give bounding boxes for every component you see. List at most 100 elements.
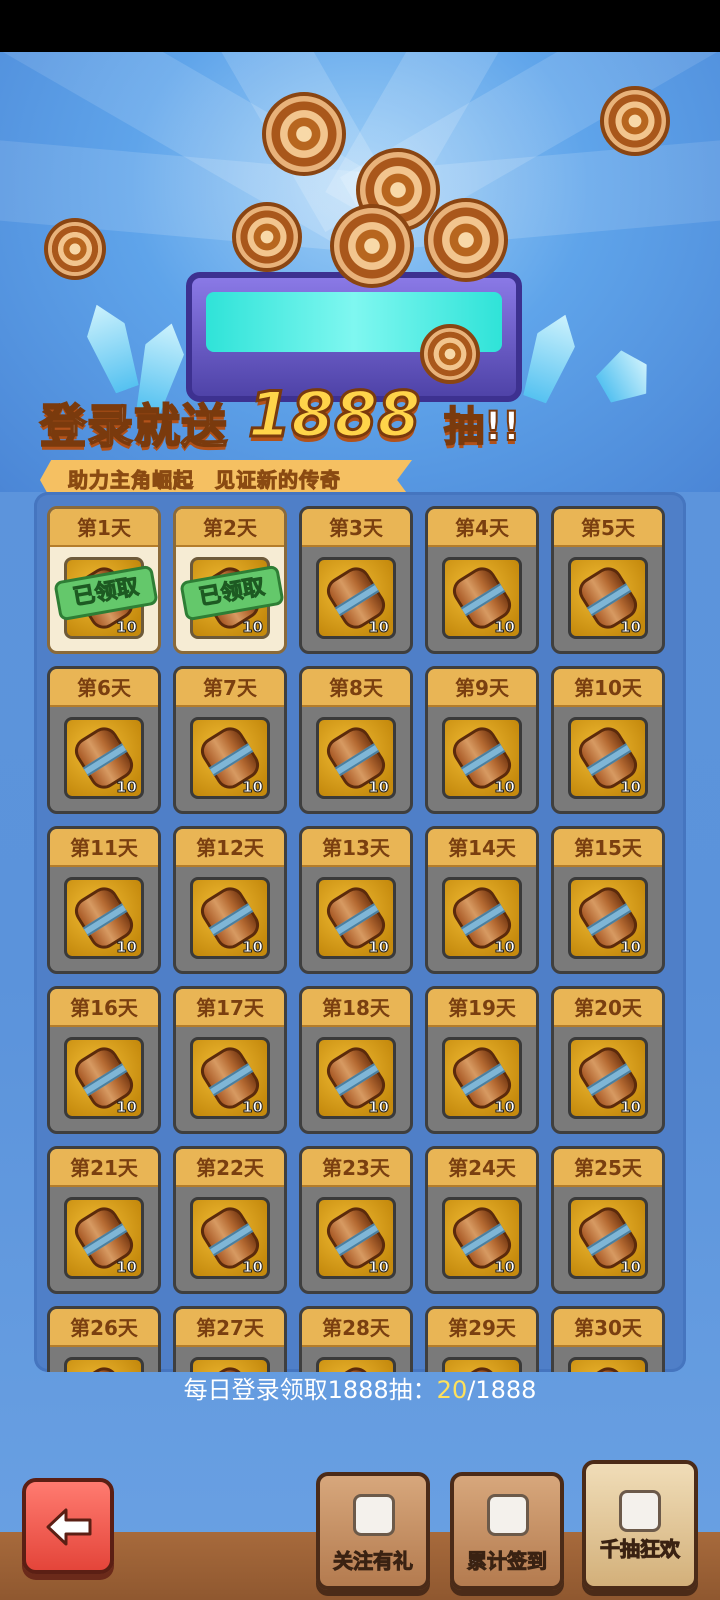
day-card[interactable]: 第28天 — [299, 1306, 413, 1372]
daily-reward-grid[interactable]: 第1天 10 已领取 第2天 10 已领取 第3天 10 第4天 10 第5天 10 第6天 10 第7天 1… — [34, 492, 686, 1372]
crystal-icon — [78, 298, 146, 396]
day-card[interactable]: 第13天 10 — [299, 826, 413, 974]
scroll-band — [208, 903, 254, 937]
day-label: 第24天 — [428, 1149, 536, 1187]
crystal-icon — [591, 343, 659, 411]
day-card[interactable]: 第19天 10 — [425, 986, 539, 1134]
day-card[interactable]: 第9天 10 — [425, 666, 539, 814]
day-label: 第21天 — [50, 1149, 158, 1187]
reward-quantity: 10 — [116, 938, 138, 957]
day-card[interactable]: 第23天 10 — [299, 1146, 413, 1294]
progress-label: 每日登录领取1888抽： — [183, 1376, 437, 1404]
reward-slot: 10 — [568, 877, 648, 959]
cumulative-checkin-button[interactable]: 累计签到 — [450, 1472, 564, 1590]
reward-quantity: 10 — [620, 618, 642, 637]
scroll-icon — [330, 204, 414, 288]
day-label: 第18天 — [302, 989, 410, 1027]
day-card[interactable]: 第20天 10 — [551, 986, 665, 1134]
scroll-band — [82, 903, 128, 937]
reward-quantity: 10 — [494, 1258, 516, 1277]
reward-slot: 10 — [316, 557, 396, 639]
scroll-band — [586, 583, 632, 617]
scroll-band — [334, 743, 380, 777]
day-card[interactable]: 第17天 10 — [173, 986, 287, 1134]
title-suffix: 抽!! — [443, 403, 521, 451]
day-label: 第29天 — [428, 1309, 536, 1347]
day-card[interactable]: 第4天 10 — [425, 506, 539, 654]
day-card[interactable]: 第26天 — [47, 1306, 161, 1372]
day-card[interactable]: 第10天 10 — [551, 666, 665, 814]
reward-slot: 10 — [316, 877, 396, 959]
day-card[interactable]: 第3天 10 — [299, 506, 413, 654]
calendar-icon — [487, 1494, 529, 1536]
reward-quantity: 10 — [242, 1258, 264, 1277]
reward-quantity: 10 — [620, 1098, 642, 1117]
day-card[interactable]: 第2天 10 已领取 — [173, 506, 287, 654]
scroll-band — [334, 583, 380, 617]
scroll-icon — [262, 92, 346, 176]
login-progress: 每日登录领取1888抽：20/1888 — [0, 1370, 720, 1405]
day-label: 第7天 — [176, 669, 284, 707]
day-card[interactable]: 第22天 10 — [173, 1146, 287, 1294]
day-label: 第27天 — [176, 1309, 284, 1347]
reward-quantity: 10 — [620, 1258, 642, 1277]
day-label: 第2天 — [176, 509, 284, 547]
day-card[interactable]: 第12天 10 — [173, 826, 287, 974]
scroll-icon — [420, 324, 480, 384]
day-label: 第12天 — [176, 829, 284, 867]
day-card[interactable]: 第27天 — [173, 1306, 287, 1372]
reward-slot: 10 — [64, 1197, 144, 1279]
scroll-band — [334, 903, 380, 937]
scroll-band — [82, 1063, 128, 1097]
day-card[interactable]: 第18天 10 — [299, 986, 413, 1134]
follow-reward-button[interactable]: 关注有礼 — [316, 1472, 430, 1590]
reward-quantity: 10 — [116, 618, 138, 637]
day-label: 第17天 — [176, 989, 284, 1027]
scroll-band — [460, 903, 506, 937]
follow-reward-label: 关注有礼 — [333, 1549, 414, 1574]
day-card[interactable]: 第6天 10 — [47, 666, 161, 814]
day-card[interactable]: 第5天 10 — [551, 506, 665, 654]
reward-quantity: 10 — [494, 1098, 516, 1117]
day-card[interactable]: 第14天 10 — [425, 826, 539, 974]
star-gift-icon — [619, 1490, 661, 1532]
day-card[interactable]: 第15天 10 — [551, 826, 665, 974]
reward-quantity: 10 — [116, 1098, 138, 1117]
scroll-band — [460, 1223, 506, 1257]
reward-quantity: 10 — [368, 938, 390, 957]
gift-box-icon — [353, 1494, 395, 1536]
back-button[interactable] — [22, 1478, 114, 1574]
day-card[interactable]: 第16天 10 — [47, 986, 161, 1134]
day-card[interactable]: 第30天 — [551, 1306, 665, 1372]
reward-quantity: 10 — [242, 778, 264, 797]
day-label: 第9天 — [428, 669, 536, 707]
reward-slot: 10 — [190, 717, 270, 799]
reward-quantity: 10 — [620, 778, 642, 797]
day-label: 第10天 — [554, 669, 662, 707]
day-card[interactable]: 第7天 10 — [173, 666, 287, 814]
day-card[interactable]: 第25天 10 — [551, 1146, 665, 1294]
draw-carnival-button[interactable]: 千抽狂欢 — [582, 1460, 698, 1590]
day-label: 第19天 — [428, 989, 536, 1027]
day-card[interactable]: 第24天 10 — [425, 1146, 539, 1294]
subtitle: 助力主角崛起 见证新的传奇 — [68, 468, 341, 493]
scroll-icon — [424, 198, 508, 282]
day-card[interactable]: 第11天 10 — [47, 826, 161, 974]
day-card[interactable]: 第21天 10 — [47, 1146, 161, 1294]
day-label: 第13天 — [302, 829, 410, 867]
day-label: 第8天 — [302, 669, 410, 707]
reward-slot: 10 — [64, 1037, 144, 1119]
reward-quantity: 10 — [620, 938, 642, 957]
reward-slot: 10 — [442, 557, 522, 639]
reward-slot: 10 — [64, 877, 144, 959]
day-label: 第20天 — [554, 989, 662, 1027]
login-reward-page: 登录就送 1888 抽!! 助力主角崛起 见证新的传奇 第1天 10 已领取 第2天 1… — [0, 52, 720, 1600]
reward-slot: 10 — [568, 1037, 648, 1119]
reward-quantity: 10 — [116, 1258, 138, 1277]
reward-slot: 10 — [316, 1197, 396, 1279]
day-card[interactable]: 第8天 10 — [299, 666, 413, 814]
day-card[interactable]: 第29天 — [425, 1306, 539, 1372]
left-arrow-icon — [46, 1508, 92, 1546]
status-bar — [0, 0, 720, 52]
day-card[interactable]: 第1天 10 已领取 — [47, 506, 161, 654]
